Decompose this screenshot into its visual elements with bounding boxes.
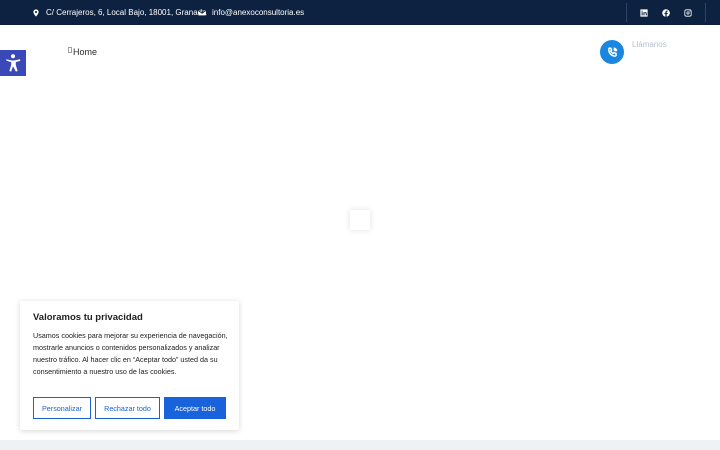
- linkedin-icon: [640, 8, 648, 17]
- cookie-text: Usamos cookies para mejorar su experienc…: [33, 331, 228, 376]
- site-logo[interactable]: Home: [68, 44, 97, 60]
- phone-icon: [607, 46, 617, 57]
- accept-all-button[interactable]: Aceptar todo: [164, 397, 226, 419]
- instagram-link[interactable]: [678, 3, 698, 22]
- phone-label: Llámanos: [632, 40, 667, 49]
- cookie-title: Valoramos tu privacidad: [33, 312, 143, 323]
- accessibility-icon: [6, 54, 21, 72]
- reject-all-button[interactable]: Rechazar todo: [95, 397, 160, 419]
- phone-button[interactable]: [600, 40, 624, 64]
- email-link[interactable]: info@anexoconsultoria.es: [212, 8, 304, 17]
- address-text: C/ Cerrajeros, 6, Local Bajo, 18001, Gra…: [46, 8, 207, 17]
- footer-strip: [0, 440, 720, 450]
- envelope-icon: [198, 10, 206, 15]
- top-bar: C/ Cerrajeros, 6, Local Bajo, 18001, Gra…: [0, 0, 720, 25]
- address-info: C/ Cerrajeros, 6, Local Bajo, 18001, Gra…: [32, 0, 207, 25]
- instagram-icon: [684, 8, 692, 17]
- broken-image-icon: [68, 47, 72, 53]
- map-marker-icon: [33, 8, 39, 17]
- customize-button[interactable]: Personalizar: [33, 397, 91, 419]
- loading-spinner: [350, 210, 370, 230]
- linkedin-link[interactable]: [634, 3, 654, 22]
- accessibility-button[interactable]: [0, 50, 26, 76]
- cookie-consent-banner: Valoramos tu privacidad Usamos cookies p…: [20, 301, 239, 430]
- email-info[interactable]: info@anexoconsultoria.es: [198, 0, 304, 25]
- facebook-icon: [662, 8, 670, 17]
- social-links: [626, 3, 706, 22]
- logo-alt-text: Home: [73, 47, 98, 57]
- facebook-link[interactable]: [656, 3, 676, 22]
